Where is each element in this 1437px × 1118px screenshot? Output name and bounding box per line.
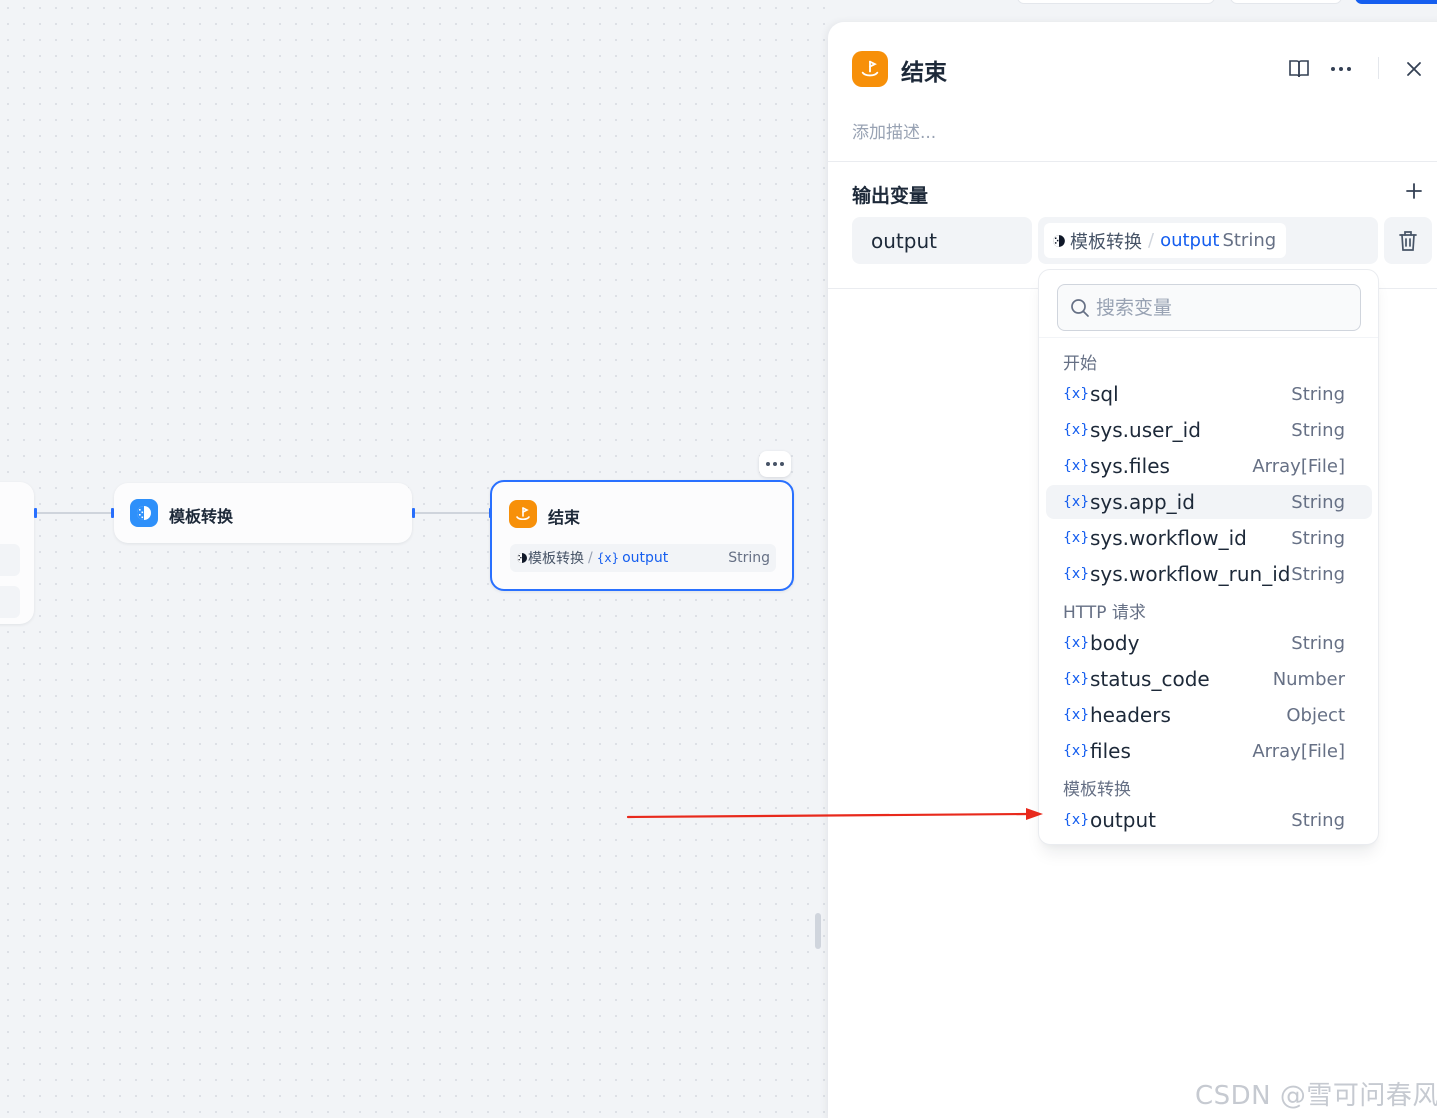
variable-type: String — [728, 550, 770, 566]
template-transform-icon — [130, 499, 158, 527]
node-title: 模板转换 — [169, 507, 234, 526]
dropdown-divider — [1039, 337, 1378, 338]
variable-name: sql — [1090, 382, 1119, 406]
section-divider — [828, 161, 1437, 162]
variable-option[interactable]: {x} sys.app_id String — [1046, 485, 1372, 519]
variable-icon: {x} — [596, 551, 620, 565]
variable-type: Array[File] — [1252, 455, 1345, 477]
variable-type: Object — [1286, 704, 1345, 726]
variable-type: String — [1291, 563, 1345, 585]
variable-name: output — [1160, 230, 1220, 251]
close-icon[interactable] — [1403, 58, 1425, 80]
variable-type: String — [1291, 632, 1345, 654]
node-field-placeholder — [0, 586, 20, 618]
variable-icon: {x} — [1063, 743, 1090, 759]
variable-type: String — [1222, 230, 1277, 251]
node-ref-label: 模板转换 — [528, 551, 584, 567]
group-label: HTTP 请求 — [1063, 603, 1146, 623]
node-output-handle[interactable] — [412, 508, 415, 518]
end-node-variable: 模板转换 / {x} output String — [510, 544, 776, 572]
panel-title: 结束 — [901, 60, 947, 86]
panel-resize-handle[interactable] — [815, 913, 821, 949]
partial-node[interactable] — [0, 482, 34, 624]
toolbar-button[interactable] — [1017, 0, 1215, 4]
variable-option[interactable]: {x} sys.files Array[File] — [1046, 449, 1372, 483]
variable-name: body — [1090, 631, 1140, 655]
variable-search[interactable] — [1057, 284, 1361, 331]
variable-icon: {x} — [1063, 812, 1090, 828]
variable-option[interactable]: {x} sys.workflow_id String — [1046, 521, 1372, 555]
variable-option[interactable]: {x} headers Object — [1046, 698, 1372, 732]
publish-button[interactable] — [1355, 0, 1437, 4]
search-input[interactable] — [1096, 296, 1356, 319]
variable-option[interactable]: {x} sys.workflow_run_id String — [1046, 557, 1372, 591]
variable-icon: {x} — [1063, 635, 1090, 651]
add-variable-button[interactable] — [1403, 180, 1425, 202]
variable-type: String — [1291, 491, 1345, 513]
variable-type: String — [1291, 527, 1345, 549]
variable-option[interactable]: {x} sql String — [1046, 377, 1372, 411]
variable-name: headers — [1090, 703, 1171, 727]
header-divider — [1378, 57, 1379, 79]
node-title: 结束 — [548, 508, 581, 527]
variable-type: Array[File] — [1252, 740, 1345, 762]
variable-name: sys.app_id — [1090, 490, 1195, 514]
variable-name: sys.workflow_id — [1090, 526, 1247, 550]
variable-name: output — [622, 550, 669, 566]
trash-icon — [1399, 230, 1417, 251]
delete-variable-button[interactable] — [1384, 217, 1432, 264]
variable-icon: {x} — [1063, 530, 1090, 546]
variable-type: String — [1291, 383, 1345, 405]
book-icon[interactable] — [1287, 58, 1311, 80]
variable-name: sys.workflow_run_id — [1090, 562, 1291, 586]
node-more-button[interactable] — [759, 451, 791, 477]
variable-type: Number — [1272, 668, 1345, 690]
variable-option[interactable]: {x} body String — [1046, 626, 1372, 660]
node-ref-label: 模板转换 — [1070, 231, 1142, 253]
variable-name-input[interactable]: output — [852, 217, 1032, 264]
template-transform-icon — [1053, 234, 1065, 247]
variable-name: status_code — [1090, 667, 1210, 691]
more-icon[interactable] — [1328, 58, 1354, 80]
variable-icon: {x} — [1063, 458, 1090, 474]
template-transform-node[interactable]: 模板转换 — [114, 483, 412, 543]
section-title: 输出变量 — [852, 185, 929, 207]
variable-type: String — [1291, 419, 1345, 441]
end-flag-icon — [509, 500, 537, 528]
node-output-handle[interactable] — [34, 508, 37, 518]
variable-selector[interactable]: 模板转换 / output String — [1038, 217, 1378, 264]
variable-name: sys.files — [1090, 454, 1170, 478]
end-node[interactable]: 结束 模板转换 / {x} output String — [490, 480, 794, 591]
path-separator: / — [1148, 230, 1155, 251]
path-separator: / — [588, 550, 593, 566]
group-label: 开始 — [1063, 354, 1097, 374]
variable-name: files — [1090, 739, 1131, 763]
variable-option[interactable]: {x} output String — [1046, 803, 1372, 837]
variable-icon: {x} — [1063, 494, 1090, 510]
watermark: CSDN @雪可问春风 — [1195, 1081, 1437, 1111]
variable-type: String — [1291, 809, 1345, 831]
description-input[interactable]: 添加描述... — [852, 118, 936, 143]
variable-icon: {x} — [1063, 707, 1090, 723]
variable-option[interactable]: {x} files Array[File] — [1046, 734, 1372, 768]
edge-line — [414, 512, 492, 514]
workflow-canvas[interactable]: 模板转换 结束 模板转换 / {x} output String — [0, 0, 828, 1118]
template-transform-icon — [517, 553, 527, 563]
toolbar-button[interactable] — [1230, 0, 1342, 4]
variable-name: output — [1090, 808, 1156, 832]
group-label: 模板转换 — [1063, 780, 1131, 800]
selected-variable-chip[interactable]: 模板转换 / output String — [1044, 223, 1287, 258]
variable-option[interactable]: {x} status_code Number — [1046, 662, 1372, 696]
end-flag-icon — [852, 51, 888, 87]
variable-icon: {x} — [1063, 386, 1090, 402]
variable-name: sys.user_id — [1090, 418, 1201, 442]
variable-icon: {x} — [1063, 671, 1090, 687]
node-field-placeholder — [0, 544, 20, 576]
variable-picker-dropdown: 开始 {x} sql String {x} sys.user_id String… — [1038, 269, 1379, 845]
search-icon — [1071, 298, 1089, 317]
edge-line — [36, 512, 114, 514]
variable-icon: {x} — [1063, 566, 1090, 582]
variable-icon: {x} — [1063, 422, 1090, 438]
variable-option[interactable]: {x} sys.user_id String — [1046, 413, 1372, 447]
